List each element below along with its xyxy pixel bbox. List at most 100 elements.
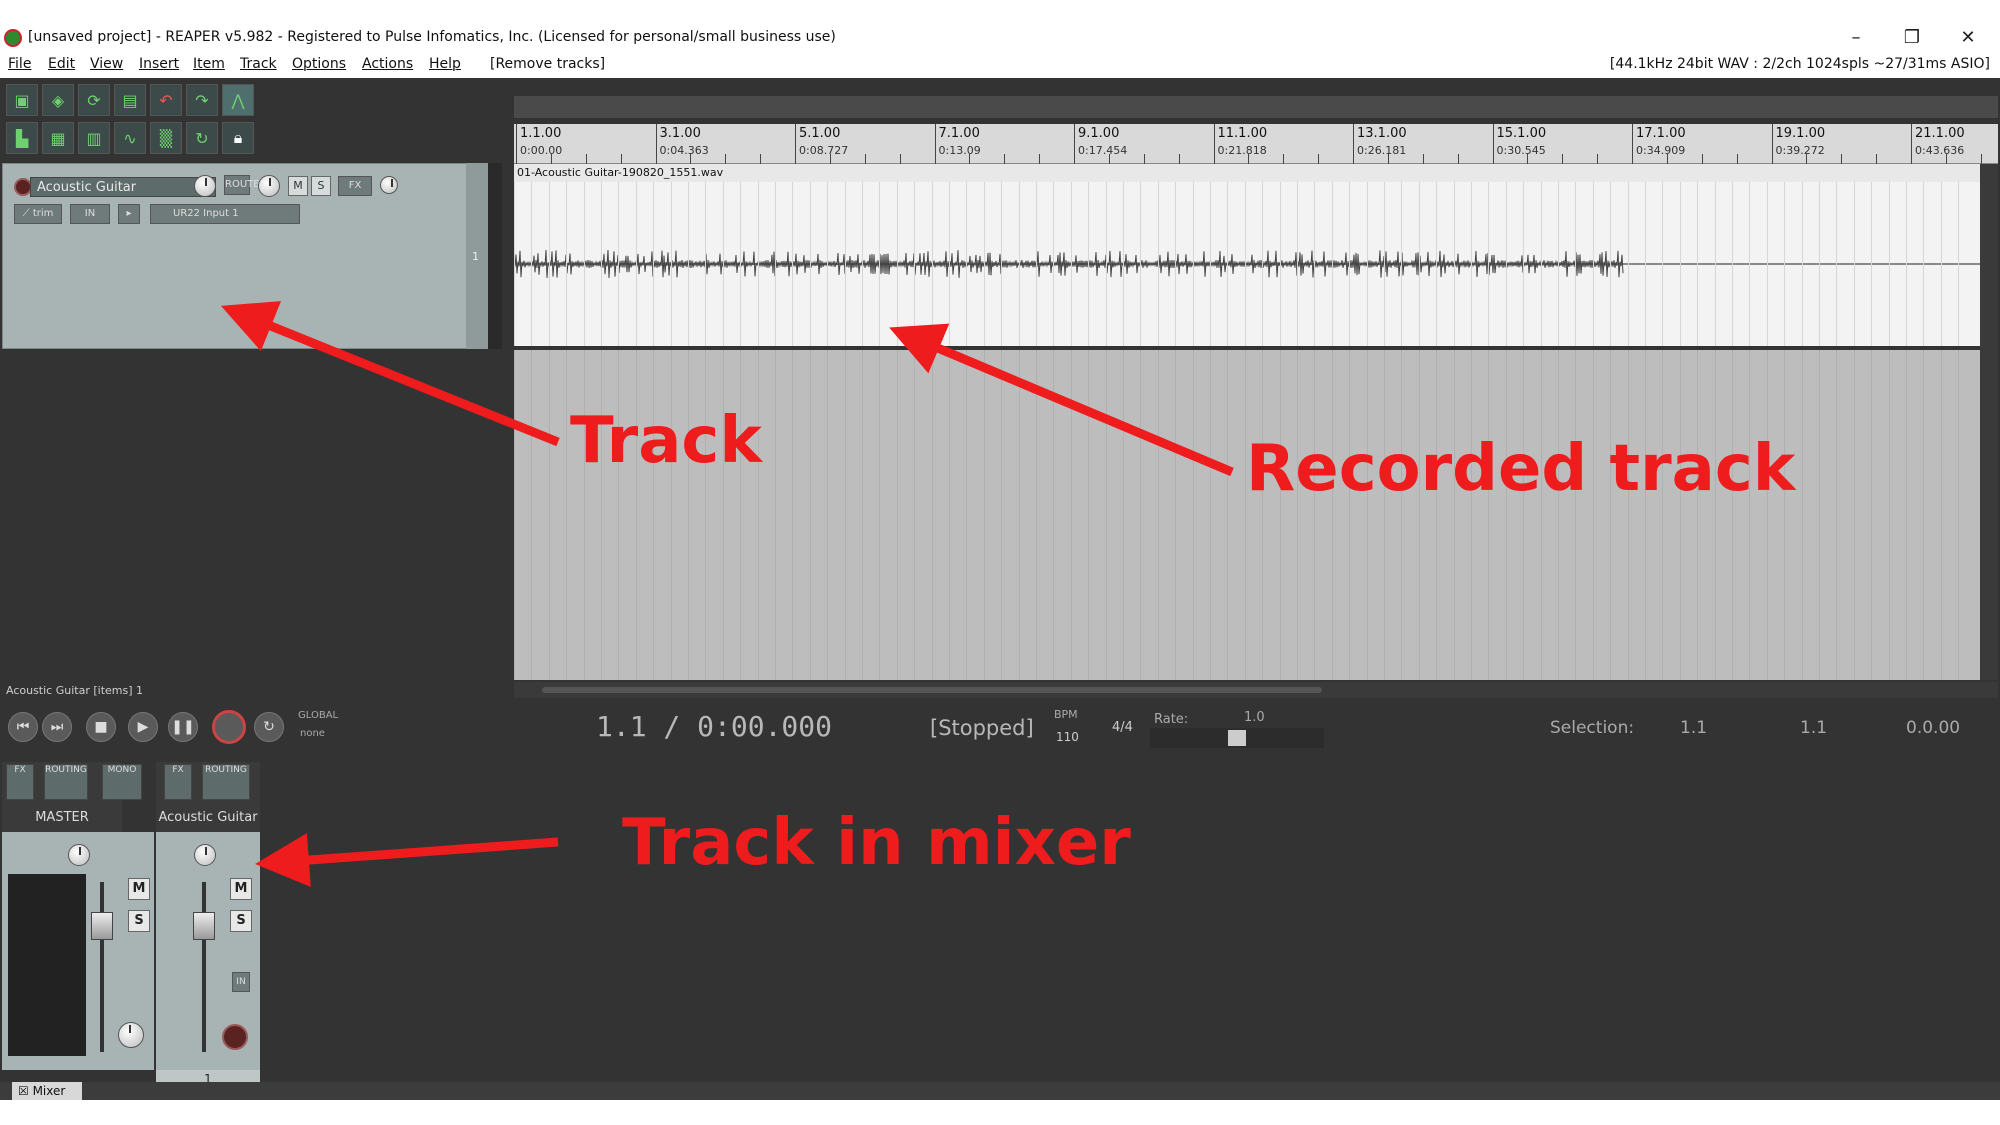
recorded-media-item[interactable] [514,164,1980,348]
grid-line [1958,350,1960,680]
track-strip-solo-button[interactable]: S [230,910,252,932]
audio-status[interactable]: [44.1kHz 24bit WAV : 2/2ch 1024spls ~27/… [1610,56,1990,72]
grid-line [1558,350,1559,680]
loop-icon[interactable]: ↻ [186,122,218,154]
open-project-icon[interactable]: ◈ [42,84,74,116]
input-fx-icon[interactable]: ▸ [118,204,140,224]
automation-trim-button[interactable]: ⟋ trim [14,204,62,224]
grid-line [862,164,863,346]
master-fader-track[interactable] [100,882,104,1052]
timeline-ruler[interactable]: 1.1.00 0:00.00 3.1.00 0:04.363 5.1.00 0:08.72… [514,124,1998,164]
ripple-icon[interactable]: ▥ [78,122,110,154]
grid-line [757,164,759,346]
pan-knob[interactable] [258,175,280,197]
grid-line [844,350,846,680]
new-project-icon[interactable]: ▣ [6,84,38,116]
track-strip-fader-handle[interactable] [193,912,215,940]
vertical-scrollbar[interactable] [1980,164,1998,680]
master-strip-name: MASTER [35,810,89,825]
bpm-value[interactable]: 110 [1056,730,1079,744]
global-automation-label[interactable]: GLOBAL [298,710,338,721]
selection-start[interactable]: 1.1 [1680,718,1707,738]
time-display[interactable]: 1.1 / 0:00.000 [596,710,832,743]
solo-button[interactable]: S [311,176,331,196]
menu-view[interactable]: View [90,56,123,72]
track-strip-input-button[interactable]: IN [232,972,250,992]
phase-icon[interactable] [380,176,398,194]
stop-icon[interactable]: ■ [86,712,116,742]
input-select-dropdown[interactable]: UR22 Input 1 [150,204,300,224]
master-fader-handle[interactable] [91,912,113,940]
horizontal-scroll-thumb[interactable] [542,687,1322,693]
play-icon[interactable]: ▶ [128,712,158,742]
undo-icon[interactable]: ↶ [150,84,182,116]
grid-line [1349,350,1351,680]
grid-line [514,164,515,346]
time-signature[interactable]: 4/4 [1112,720,1133,735]
track-strip-mute-button[interactable]: M [230,878,252,900]
track-strip-record-arm-button[interactable] [222,1024,248,1050]
mute-button[interactable]: M [288,176,308,196]
volume-knob[interactable] [194,175,216,197]
grid-line [1123,164,1124,346]
lock-icon[interactable]: 🔒︎ [222,122,254,154]
selection-end[interactable]: 1.1 [1800,718,1827,738]
track-strip-pan-knob[interactable] [194,844,216,866]
grid-line [1714,164,1716,346]
pause-icon[interactable]: ❚❚ [168,712,198,742]
master-solo-button[interactable]: S [128,910,150,932]
minimize-button[interactable]: – [1836,26,1876,50]
restore-button[interactable]: ❐ [1892,26,1932,50]
rate-slider-handle[interactable] [1228,730,1246,746]
track-strip-fader-track[interactable] [202,882,206,1052]
menu-options[interactable]: Options [292,56,346,72]
remove-tracks-action[interactable]: [Remove tracks] [490,56,605,72]
grid-line [1523,164,1525,346]
ruler-region-lane[interactable] [514,96,1998,118]
project-settings-icon[interactable]: ▤ [114,84,146,116]
save-project-icon[interactable]: ⟳ [78,84,110,116]
track-strip-fx-button[interactable]: FX [164,764,192,800]
menu-edit[interactable]: Edit [48,56,75,72]
track-strip-routing-button[interactable]: ROUTING [202,764,250,800]
selection-length[interactable]: 0.0.00 [1906,718,1960,738]
grid-line [1610,164,1612,346]
fx-button[interactable]: FX [338,176,372,196]
ruler-subtick [1806,154,1808,164]
master-settings-gear-icon[interactable] [118,1022,144,1048]
master-fx-button[interactable]: FX [6,764,34,800]
mixer-tab-close-icon[interactable]: ☒ [18,1084,33,1098]
master-routing-button[interactable]: ROUTING [44,764,88,800]
go-to-start-icon[interactable]: ⏮ [8,712,38,742]
track-name-field[interactable]: Acoustic Guitar [30,177,216,197]
close-button[interactable]: ✕ [1948,26,1988,50]
mixer-tab[interactable]: ☒ Mixer [12,1082,82,1100]
ruler-subtick [1980,154,1982,164]
master-pan-knob[interactable] [68,844,90,866]
route-button[interactable]: ROUTE [224,175,260,195]
grid-line [1766,350,1768,680]
redo-icon[interactable]: ↷ [186,84,218,116]
menu-file[interactable]: File [8,56,31,72]
menu-insert[interactable]: Insert [139,56,179,72]
grid-icon[interactable]: ▦ [42,122,74,154]
snap-icon[interactable]: ▙ [6,122,38,154]
go-to-end-icon[interactable]: ⏭ [42,712,72,742]
grid-line [1592,350,1594,680]
menu-track[interactable]: Track [240,56,277,72]
record-icon[interactable] [212,710,246,744]
envelope-icon[interactable]: ∿ [114,122,146,154]
global-automation-value[interactable]: none [300,728,325,739]
ruler-subtick [1039,154,1041,164]
menu-item[interactable]: Item [193,56,225,72]
menu-actions[interactable]: Actions [362,56,413,72]
master-mute-button[interactable]: M [128,878,150,900]
master-mono-button[interactable]: MONO [102,764,142,800]
input-monitor-button[interactable]: IN [70,204,110,224]
ruler-subtick [899,154,901,164]
menu-help[interactable]: Help [429,56,461,72]
arrange-empty-area[interactable] [514,350,1980,680]
metronome-icon[interactable]: ⋀ [222,84,254,116]
item-grouping-icon[interactable]: ▒ [150,122,182,154]
repeat-icon[interactable]: ↻ [254,712,284,742]
